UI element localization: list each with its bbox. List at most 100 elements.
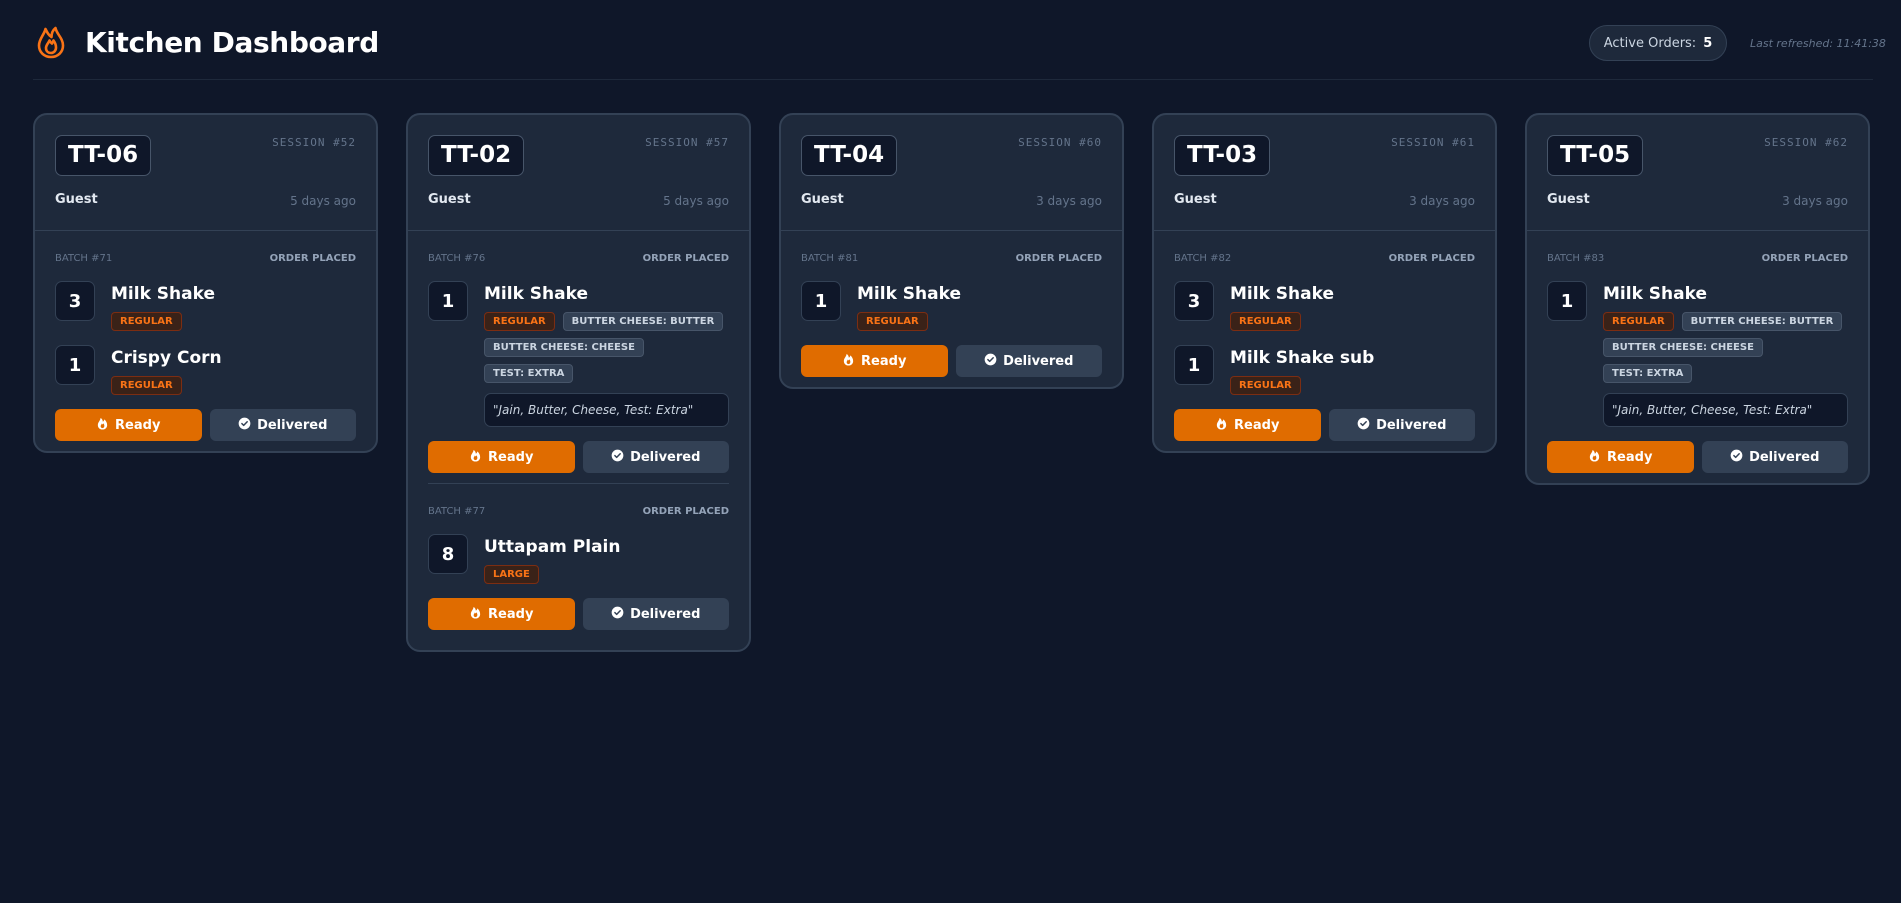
ready-button[interactable]: Ready [801,345,948,377]
table-badge: TT-06 [55,135,152,176]
batch-status: ORDER PLACED [1388,253,1475,264]
delivered-button[interactable]: Delivered [1701,441,1848,473]
ready-button[interactable]: Ready [1174,409,1321,441]
ready-label: Ready [861,353,907,369]
batch-actions: Ready Delivered [1174,409,1475,441]
guest-name: Guest [801,192,844,207]
ready-button[interactable]: Ready [1547,441,1694,473]
item-quantity: 3 [55,281,95,321]
check-circle-icon [984,353,997,370]
item-name: Milk Shake [1230,284,1334,304]
batch-actions: Ready Delivered [801,345,1102,377]
delivered-button[interactable]: Delivered [582,441,729,473]
ready-button[interactable]: Ready [55,409,202,441]
batch-status: ORDER PLACED [642,253,729,264]
order-batch: BATCH #76 ORDER PLACED 1 Milk Shake REGU… [408,231,749,483]
item-quantity: 1 [55,345,95,385]
batch-status: ORDER PLACED [269,253,356,264]
card-header: TT-06 SESSION #52 Guest 5 days ago [35,115,376,231]
active-orders-count: 5 [1703,35,1713,51]
option-tag: BUTTER CHEESE: BUTTER [1681,312,1843,331]
order-item: 1 Milk Shake REGULAR [801,281,1102,331]
order-batch: BATCH #71 ORDER PLACED 3 Milk Shake REGU… [35,231,376,451]
delivered-button[interactable]: Delivered [582,598,729,630]
delivered-button[interactable]: Delivered [955,345,1102,377]
option-tag: TEST: EXTRA [484,364,574,383]
flame-icon [1588,449,1601,466]
item-quantity: 3 [1174,281,1214,321]
session-number: SESSION #52 [272,136,356,149]
delivered-label: Delivered [1003,353,1074,369]
item-quantity: 8 [428,534,468,574]
size-tag: REGULAR [1230,376,1301,395]
flame-icon [96,417,109,434]
delivered-button[interactable]: Delivered [1328,409,1475,441]
batch-status: ORDER PLACED [1761,253,1848,264]
order-batch: BATCH #77 ORDER PLACED 8 Uttapam Plain L… [428,483,729,650]
order-card: TT-04 SESSION #60 Guest 3 days ago BATCH… [779,113,1124,389]
batch-actions: Ready Delivered [428,441,729,473]
item-name: Uttapam Plain [484,537,621,557]
batch-id: BATCH #76 [428,253,486,264]
batch-id: BATCH #71 [55,253,113,264]
order-batch: BATCH #83 ORDER PLACED 1 Milk Shake REGU… [1527,231,1868,483]
batch-actions: Ready Delivered [55,409,356,441]
batch-actions: Ready Delivered [428,598,729,630]
ready-label: Ready [1607,449,1653,465]
item-name: Milk Shake [1603,284,1707,304]
card-header: TT-03 SESSION #61 Guest 3 days ago [1154,115,1495,231]
active-orders-badge: Active Orders: 5 [1589,25,1727,61]
option-tag: BUTTER CHEESE: BUTTER [562,312,724,331]
batch-id: BATCH #83 [1547,253,1605,264]
item-quantity: 1 [801,281,841,321]
batch-id: BATCH #81 [801,253,859,264]
ready-label: Ready [115,417,161,433]
item-tags: REGULAR [1230,376,1475,395]
ready-button[interactable]: Ready [428,441,575,473]
order-item: 3 Milk Shake REGULAR [1174,281,1475,331]
delivered-label: Delivered [257,417,328,433]
last-refreshed: Last refreshed: 11:41:38 [1750,37,1886,50]
item-name: Crispy Corn [111,348,222,368]
dashboard-header: Kitchen Dashboard Active Orders: 5 Last … [33,0,1886,80]
table-badge: TT-02 [428,135,525,176]
item-name: Milk Shake sub [1230,348,1375,368]
order-item: 1 Milk Shake sub REGULAR [1174,345,1475,395]
order-batch: BATCH #82 ORDER PLACED 3 Milk Shake REGU… [1154,231,1495,451]
order-card: TT-02 SESSION #57 Guest 5 days ago BATCH… [406,113,751,652]
order-item: 8 Uttapam Plain LARGE [428,534,729,584]
guest-name: Guest [428,192,471,207]
guest-name: Guest [1174,192,1217,207]
session-number: SESSION #62 [1764,136,1848,149]
check-circle-icon [1730,449,1743,466]
order-item: 1 Milk Shake REGULAR BUTTER CHEESE: BUTTE… [428,281,729,427]
option-tag: BUTTER CHEESE: CHEESE [484,338,644,357]
flame-icon [469,449,482,466]
batch-actions: Ready Delivered [1547,441,1848,473]
size-tag: REGULAR [857,312,928,331]
flame-icon [33,24,69,60]
ready-label: Ready [488,449,534,465]
size-tag: REGULAR [484,312,555,331]
order-age: 3 days ago [1782,194,1848,208]
batch-id: BATCH #77 [428,506,486,517]
item-name: Milk Shake [111,284,215,304]
item-tags: REGULAR BUTTER CHEESE: BUTTER BUTTER CHEES… [1603,312,1848,383]
active-orders-label: Active Orders: [1603,35,1697,51]
session-number: SESSION #57 [645,136,729,149]
batch-status: ORDER PLACED [1015,253,1102,264]
table-badge: TT-03 [1174,135,1271,176]
check-circle-icon [611,606,624,623]
order-card: TT-05 SESSION #62 Guest 3 days ago BATCH… [1525,113,1870,485]
delivered-button[interactable]: Delivered [209,409,356,441]
guest-name: Guest [55,192,98,207]
option-tag: BUTTER CHEESE: CHEESE [1603,338,1763,357]
ready-label: Ready [1234,417,1280,433]
delivered-label: Delivered [1749,449,1820,465]
card-header: TT-04 SESSION #60 Guest 3 days ago [781,115,1122,231]
order-card: TT-06 SESSION #52 Guest 5 days ago BATCH… [33,113,378,453]
item-tags: REGULAR BUTTER CHEESE: BUTTER BUTTER CHEES… [484,312,729,383]
ready-label: Ready [488,606,534,622]
page-title: Kitchen Dashboard [85,26,379,59]
ready-button[interactable]: Ready [428,598,575,630]
